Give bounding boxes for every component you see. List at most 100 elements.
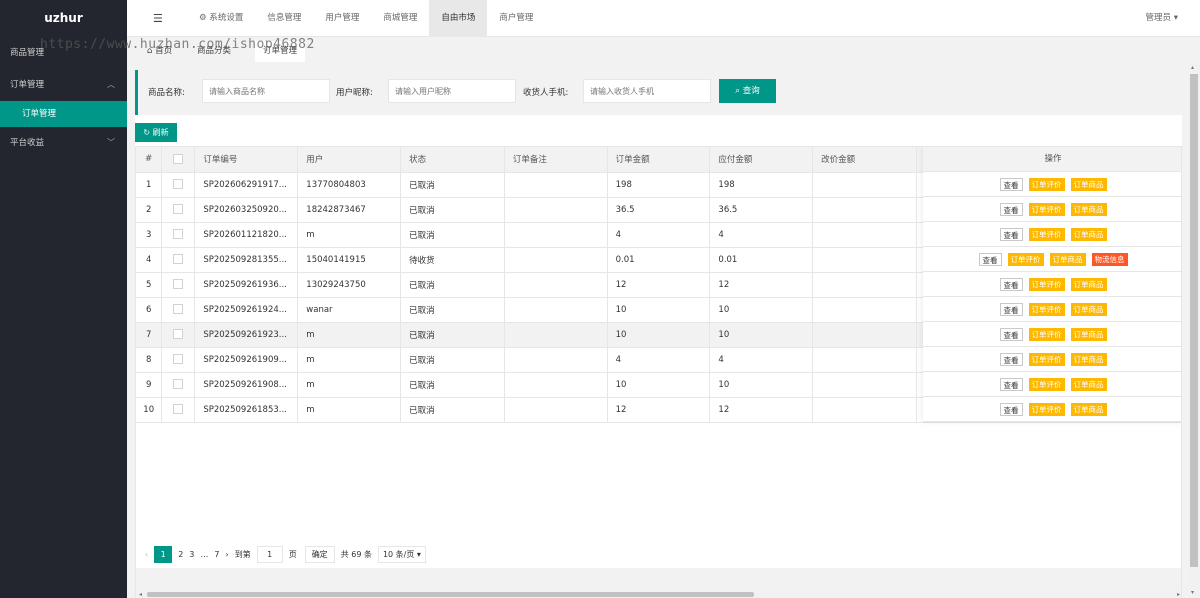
prev-page-button[interactable]: ‹ [145, 550, 148, 559]
row-checkbox[interactable] [173, 279, 184, 290]
row-checkbox[interactable] [173, 229, 184, 240]
top-nav-item[interactable]: 用户管理 [313, 0, 371, 37]
page-number-button[interactable]: 2 [178, 550, 183, 559]
view-button[interactable]: 查看 [999, 377, 1023, 391]
order-goods-button[interactable]: 订单商品 [1070, 177, 1107, 191]
order-goods-button[interactable]: 订单商品 [1070, 277, 1107, 291]
view-button[interactable]: 查看 [978, 252, 1002, 266]
order-review-button[interactable]: 订单评价 [1028, 402, 1065, 416]
row-select-cell [161, 272, 196, 298]
goto-confirm-button[interactable]: 确定 [304, 546, 335, 563]
row-checkbox[interactable] [173, 354, 184, 365]
sidebar-item-income[interactable]: 平台收益 ﹀ [0, 127, 127, 159]
search-icon: ⌕ [735, 86, 741, 96]
row-select-cell [161, 372, 196, 398]
vertical-scroll-thumb[interactable] [1190, 74, 1198, 567]
order-review-button[interactable]: 订单评价 [1028, 177, 1065, 191]
view-button[interactable]: 查看 [999, 302, 1023, 316]
user-nick-input[interactable] [388, 79, 516, 103]
horizontal-scroll-thumb[interactable] [147, 592, 754, 597]
cell-order-no: SP202603250920... [194, 197, 299, 223]
row-checkbox[interactable] [173, 329, 184, 340]
scroll-left-icon[interactable]: ◂ [139, 590, 142, 598]
phone-input[interactable] [583, 79, 711, 103]
order-table: # 订单编号 用户 状态 订单备注 订单金额 应付金额 改价金额 1 SP2026… [135, 146, 1182, 598]
top-nav-item[interactable]: 信息管理 [255, 0, 313, 37]
row-checkbox[interactable] [173, 204, 184, 215]
sidebar-subitem-order[interactable]: 订单管理 [0, 101, 127, 127]
cell-status: 已取消 [400, 322, 505, 348]
view-button[interactable]: 查看 [999, 202, 1023, 216]
top-nav: ⚙ 系统设置 信息管理 用户管理 商城管理 自由市场 商户管理 [187, 0, 545, 37]
order-review-button[interactable]: 订单评价 [1028, 302, 1065, 316]
order-review-button[interactable]: 订单评价 [1028, 202, 1065, 216]
order-goods-button[interactable]: 订单商品 [1070, 402, 1107, 416]
sidebar-item-order[interactable]: 订单管理 ︿ [0, 69, 127, 101]
tab-home[interactable]: ⌂ 首页 [139, 41, 180, 62]
order-review-button[interactable]: 订单评价 [1028, 377, 1065, 391]
row-checkbox[interactable] [173, 179, 184, 190]
order-review-button[interactable]: 订单评价 [1028, 352, 1065, 366]
view-button[interactable]: 查看 [999, 277, 1023, 291]
order-goods-button[interactable]: 订单商品 [1049, 252, 1086, 266]
search-button-label: 查询 [742, 86, 760, 96]
cell-changed [812, 247, 917, 273]
search-button[interactable]: ⌕ 查询 [719, 79, 776, 103]
per-page-select[interactable]: 10 条/页 ▾ [377, 546, 426, 563]
scroll-down-icon[interactable]: ▾ [1191, 589, 1194, 596]
page-number-button[interactable]: 3 [189, 550, 194, 559]
order-review-button[interactable]: 订单评价 [1028, 277, 1065, 291]
refresh-button[interactable]: ↻ 刷新 [135, 123, 177, 142]
ops-row: 查看 订单评价 订单商品 [923, 272, 1181, 297]
order-goods-button[interactable]: 订单商品 [1070, 377, 1107, 391]
cell-no: 2 [136, 197, 163, 223]
order-goods-button[interactable]: 订单商品 [1070, 327, 1107, 341]
view-button[interactable]: 查看 [999, 227, 1023, 241]
row-checkbox[interactable] [173, 379, 184, 390]
select-all-checkbox[interactable] [173, 154, 184, 164]
next-page-button[interactable]: › [225, 550, 228, 559]
sidebar-item-goods[interactable]: 商品管理 [0, 37, 127, 69]
order-goods-button[interactable]: 订单商品 [1070, 302, 1107, 316]
order-review-button[interactable]: 订单评价 [1028, 227, 1065, 241]
vertical-scrollbar[interactable]: ▴ ▾ [1188, 62, 1200, 598]
order-goods-button[interactable]: 订单商品 [1070, 202, 1107, 216]
order-goods-button[interactable]: 订单商品 [1070, 227, 1107, 241]
goods-name-input[interactable] [202, 79, 330, 103]
cell-remark [504, 322, 608, 348]
cell-payable: 198 [709, 172, 814, 198]
goods-name-label: 商品名称: [148, 88, 185, 98]
top-nav-item[interactable]: 商户管理 [487, 0, 545, 37]
cell-payable: 0.01 [709, 247, 814, 273]
row-checkbox[interactable] [173, 254, 184, 265]
cell-payable: 4 [709, 347, 814, 373]
view-button[interactable]: 查看 [999, 352, 1023, 366]
logistics-button[interactable]: 物流信息 [1091, 252, 1128, 266]
order-review-button[interactable]: 订单评价 [1007, 252, 1044, 266]
row-checkbox[interactable] [173, 304, 184, 315]
cell-remark [504, 272, 608, 298]
ops-row: 查看 订单评价 订单商品 [923, 172, 1181, 197]
cell-remark [504, 297, 608, 323]
view-button[interactable]: 查看 [999, 402, 1023, 416]
order-review-button[interactable]: 订单评价 [1028, 327, 1065, 341]
order-goods-button[interactable]: 订单商品 [1070, 352, 1107, 366]
scroll-right-icon[interactable]: ▸ [1177, 590, 1180, 598]
top-nav-item[interactable]: 自由市场 [429, 0, 488, 37]
admin-menu[interactable]: 管理员 ▾ [1146, 0, 1178, 37]
view-button[interactable]: 查看 [999, 177, 1023, 191]
scroll-up-icon[interactable]: ▴ [1191, 64, 1194, 71]
menu-toggle-icon[interactable]: ☰ [153, 12, 163, 25]
horizontal-scrollbar[interactable]: ◂ ▸ [137, 590, 1181, 598]
view-button[interactable]: 查看 [999, 327, 1023, 341]
chevron-up-icon: ︿ [107, 80, 115, 89]
top-nav-item[interactable]: ⚙ 系统设置 [187, 0, 255, 37]
top-nav-item[interactable]: 商城管理 [371, 0, 429, 37]
tab-category[interactable]: 商品分类 [189, 41, 239, 62]
last-page-button[interactable]: 7 [214, 550, 219, 559]
page-number-button[interactable]: 1 [154, 546, 173, 563]
row-checkbox[interactable] [173, 404, 184, 415]
tab-order[interactable]: 订单管理 [255, 41, 306, 62]
goto-page-input[interactable]: 1 [256, 546, 283, 563]
cell-payable: 12 [709, 397, 814, 423]
